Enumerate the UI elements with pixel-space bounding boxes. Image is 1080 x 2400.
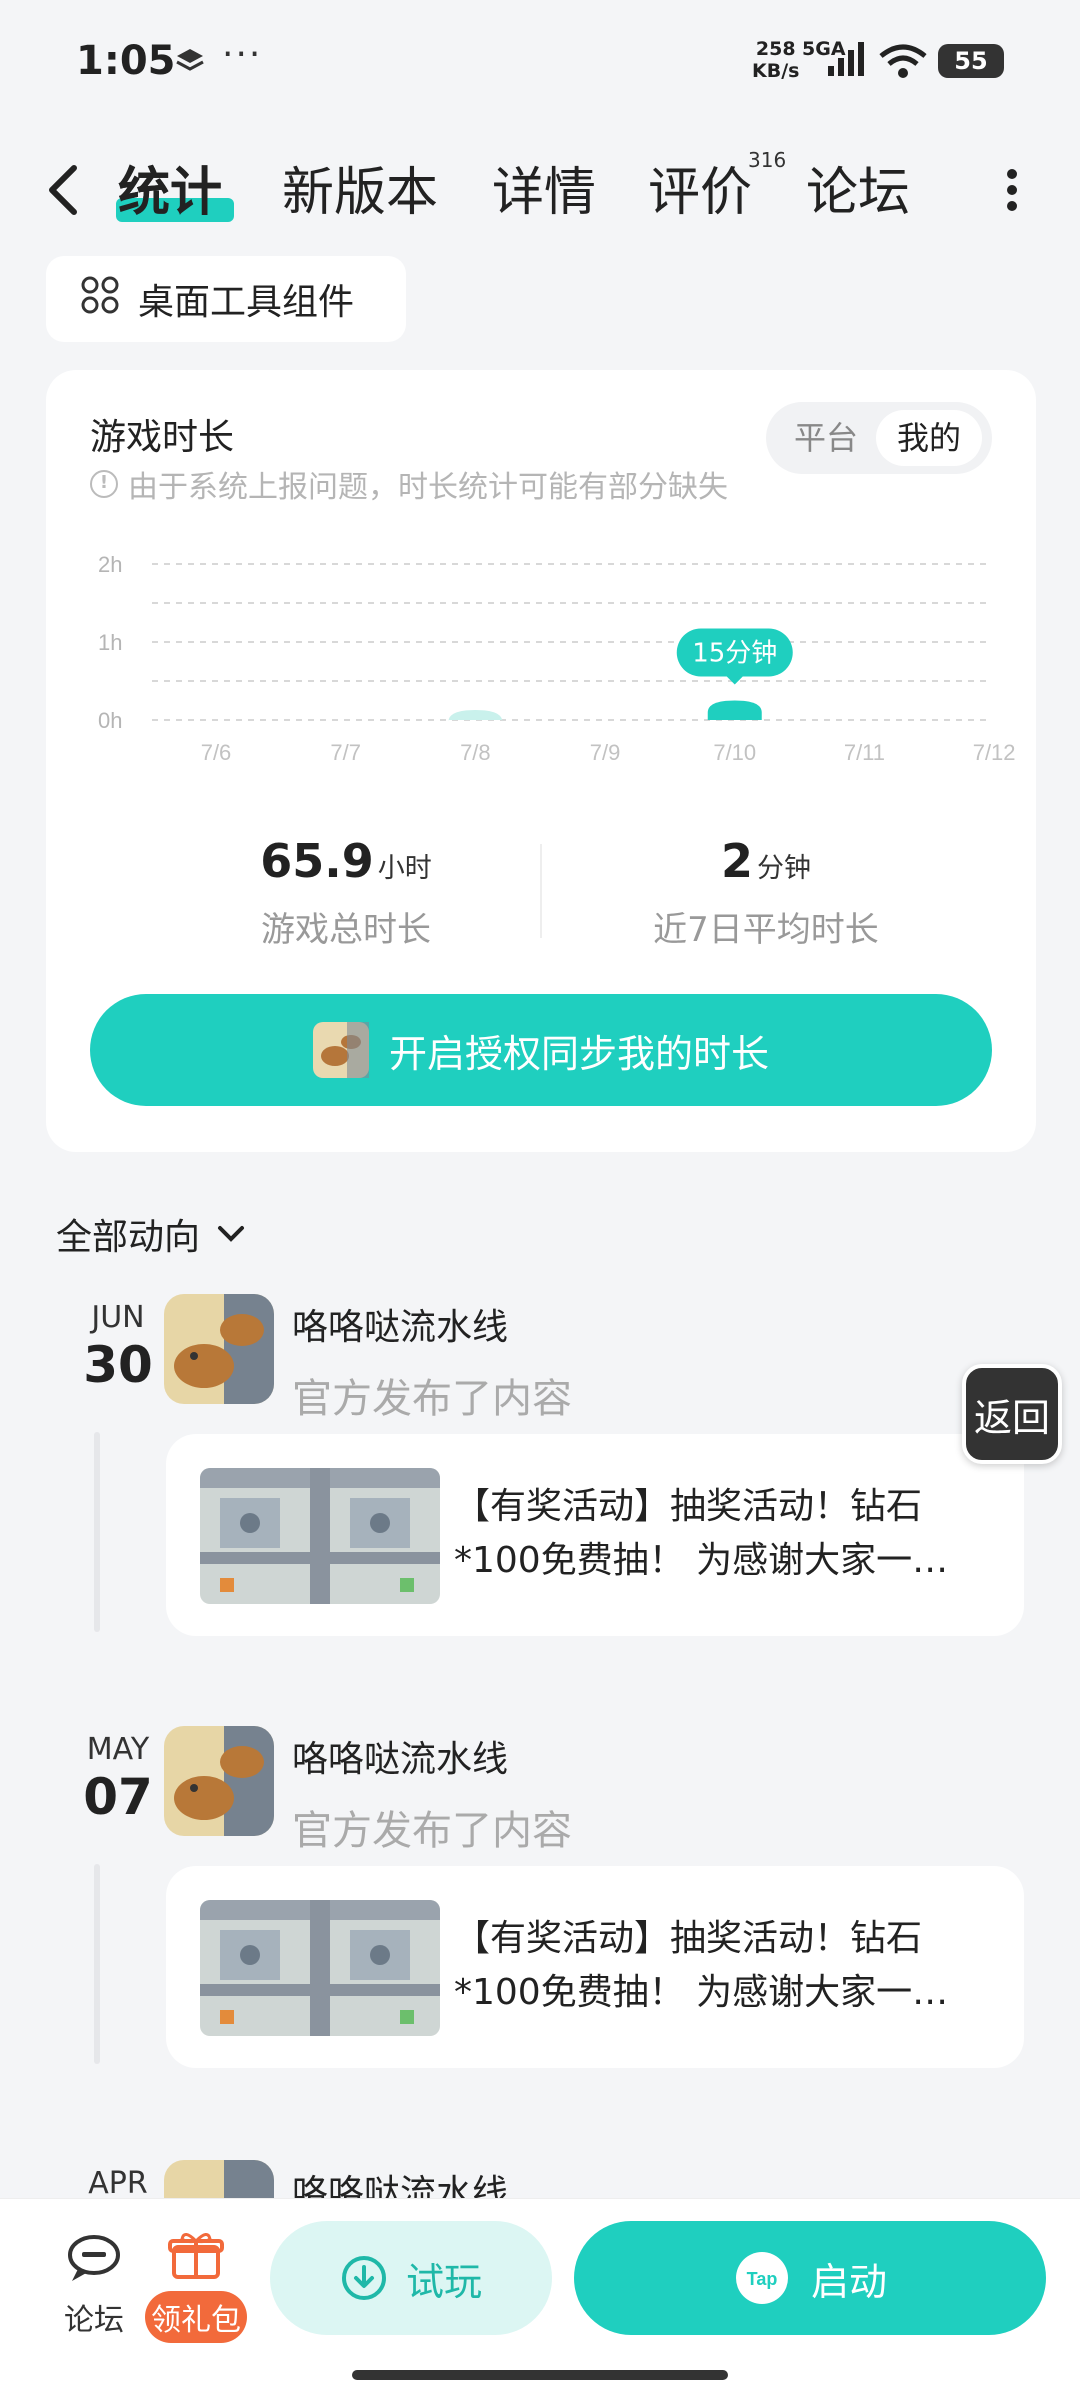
- net-speed: 258 KB/s: [752, 38, 800, 82]
- launch-label: 启动: [810, 2259, 887, 2304]
- battery-icon: 55: [938, 44, 1004, 78]
- tab-forum[interactable]: 论坛: [806, 150, 910, 225]
- total-playtime-label: 游戏总时长: [261, 910, 431, 950]
- chart-x-tick: 7/12: [973, 740, 1016, 765]
- playtime-note: ! 由于系统上报问题，时长统计可能有部分缺失: [90, 462, 728, 506]
- chart-x-tick: 7/9: [590, 740, 621, 765]
- trial-label: 试玩: [405, 2259, 482, 2304]
- chevron-down-icon: [218, 1226, 245, 1242]
- total-playtime-value: 65.9: [260, 834, 374, 888]
- entry-day: 30: [83, 1336, 153, 1394]
- status-time: 1:05: [76, 38, 176, 84]
- toggle-platform[interactable]: 平台: [780, 410, 872, 466]
- more-menu-icon[interactable]: [1004, 168, 1020, 216]
- tap-logo-icon: Tap: [735, 2252, 788, 2304]
- playtime-title: 游戏时长: [90, 417, 235, 458]
- entry-action: 官方发布了内容: [292, 1808, 572, 1854]
- entry-month: JUN: [91, 1300, 145, 1335]
- game-thumbnail-icon: [312, 1022, 369, 1078]
- chart-y-tick: 1h: [98, 630, 122, 655]
- forum-button[interactable]: 论坛: [54, 2233, 134, 2339]
- gift-label: 领礼包: [145, 2291, 247, 2343]
- chat-bubble-icon: [68, 2235, 120, 2281]
- game-avatar[interactable]: [164, 1726, 274, 1836]
- entry-day: 07: [83, 1768, 153, 1826]
- tab-new-version[interactable]: 新版本: [282, 150, 438, 225]
- post-card[interactable]: 【有奖活动】抽奖活动！钻石 *100免费抽！ 为感谢大家一…: [166, 1434, 1024, 1636]
- total-playtime-unit: 小时: [377, 853, 432, 884]
- chart-tooltip-label: 15分钟: [692, 639, 777, 669]
- widget-label: 桌面工具组件: [138, 282, 355, 323]
- desktop-widget-button[interactable]: 桌面工具组件: [46, 256, 406, 342]
- tab-stats-label: 统计: [118, 163, 223, 223]
- feed-filter[interactable]: 全部动向: [56, 1208, 246, 1260]
- wifi-icon: [878, 44, 928, 84]
- tab-reviews[interactable]: 评价: [648, 150, 752, 225]
- toggle-mine[interactable]: 我的: [876, 410, 982, 466]
- gift-pack-button[interactable]: 领礼包: [140, 2229, 252, 2343]
- forum-label: 论坛: [64, 2303, 124, 2338]
- post-thumbnail: [200, 1468, 440, 1604]
- sync-button-label: 开启授权同步我的时长: [388, 1031, 769, 1076]
- status-more-icon: ···: [222, 34, 263, 75]
- post-card[interactable]: 【有奖活动】抽奖活动！钻石 *100免费抽！ 为感谢大家一…: [166, 1866, 1024, 2068]
- entry-month: MAY: [86, 1732, 150, 1767]
- chart-x-tick: 7/10: [713, 740, 756, 765]
- svg-text:Tap: Tap: [747, 2269, 778, 2289]
- entry-game-name[interactable]: 咯咯哒流水线: [292, 1730, 508, 1782]
- status-bar: 1:05 ··· 258 KB/s 5GA 55: [0, 0, 1080, 120]
- entry-game-name[interactable]: 咯咯哒流水线: [292, 1298, 508, 1350]
- scope-toggle[interactable]: 平台 我的: [766, 402, 992, 474]
- post-excerpt: 【有奖活动】抽奖活动！钻石 *100免费抽！ 为感谢大家一…: [454, 1486, 949, 1581]
- entry-action: 官方发布了内容: [292, 1376, 572, 1422]
- review-count-badge: 316: [748, 148, 787, 172]
- launch-button[interactable]: Tap 启动: [574, 2221, 1046, 2335]
- back-arrow-icon[interactable]: [44, 162, 84, 222]
- playtime-card: 游戏时长 ! 由于系统上报问题，时长统计可能有部分缺失 平台 我的 0h 1h 2h…: [46, 370, 1036, 1152]
- chart-bar: [707, 700, 762, 720]
- signal-bars-icon: [826, 42, 866, 82]
- chart-x-tick: 7/8: [460, 740, 491, 765]
- avg-playtime: 2 分钟 近7日平均时长: [556, 834, 976, 951]
- playtime-chart: 0h 1h 2h 7/6 7/7 7/8 7/9 7/10 7/11 7/12 15分钟: [98, 552, 1016, 765]
- post-thumbnail: [200, 1900, 440, 2036]
- timeline-line: [94, 1432, 100, 1632]
- chart-x-tick: 7/11: [844, 740, 885, 765]
- layers-icon: [174, 46, 206, 82]
- info-icon: !: [90, 470, 118, 498]
- download-icon: [341, 2256, 386, 2300]
- home-indicator: [352, 2370, 728, 2380]
- chart-x-tick: 7/6: [201, 740, 232, 765]
- floating-return-button[interactable]: 返回: [962, 1364, 1062, 1464]
- avg-playtime-label: 近7日平均时长: [653, 910, 879, 950]
- tab-details[interactable]: 详情: [492, 150, 596, 225]
- feed-filter-label: 全部动向: [56, 1217, 201, 1258]
- post-excerpt: 【有奖活动】抽奖活动！钻石 *100免费抽！ 为感谢大家一…: [454, 1918, 949, 2013]
- chart-y-tick: 2h: [98, 552, 122, 577]
- gift-icon: [168, 2233, 224, 2279]
- widget-grid-icon: [80, 275, 120, 324]
- avg-playtime-unit: 分钟: [757, 853, 811, 884]
- trial-button[interactable]: 试玩: [270, 2221, 552, 2335]
- sync-playtime-button[interactable]: 开启授权同步我的时长: [90, 994, 992, 1106]
- chart-y-tick: 0h: [98, 708, 122, 733]
- game-avatar[interactable]: [164, 1294, 274, 1404]
- timeline-line: [94, 1864, 100, 2064]
- total-playtime: 65.9 小时 游戏总时长: [136, 834, 556, 951]
- avg-playtime-value: 2: [720, 834, 753, 888]
- entry-month: APR: [88, 2166, 148, 2201]
- stats-divider: [540, 844, 542, 938]
- chart-x-tick: 7/7: [330, 740, 361, 765]
